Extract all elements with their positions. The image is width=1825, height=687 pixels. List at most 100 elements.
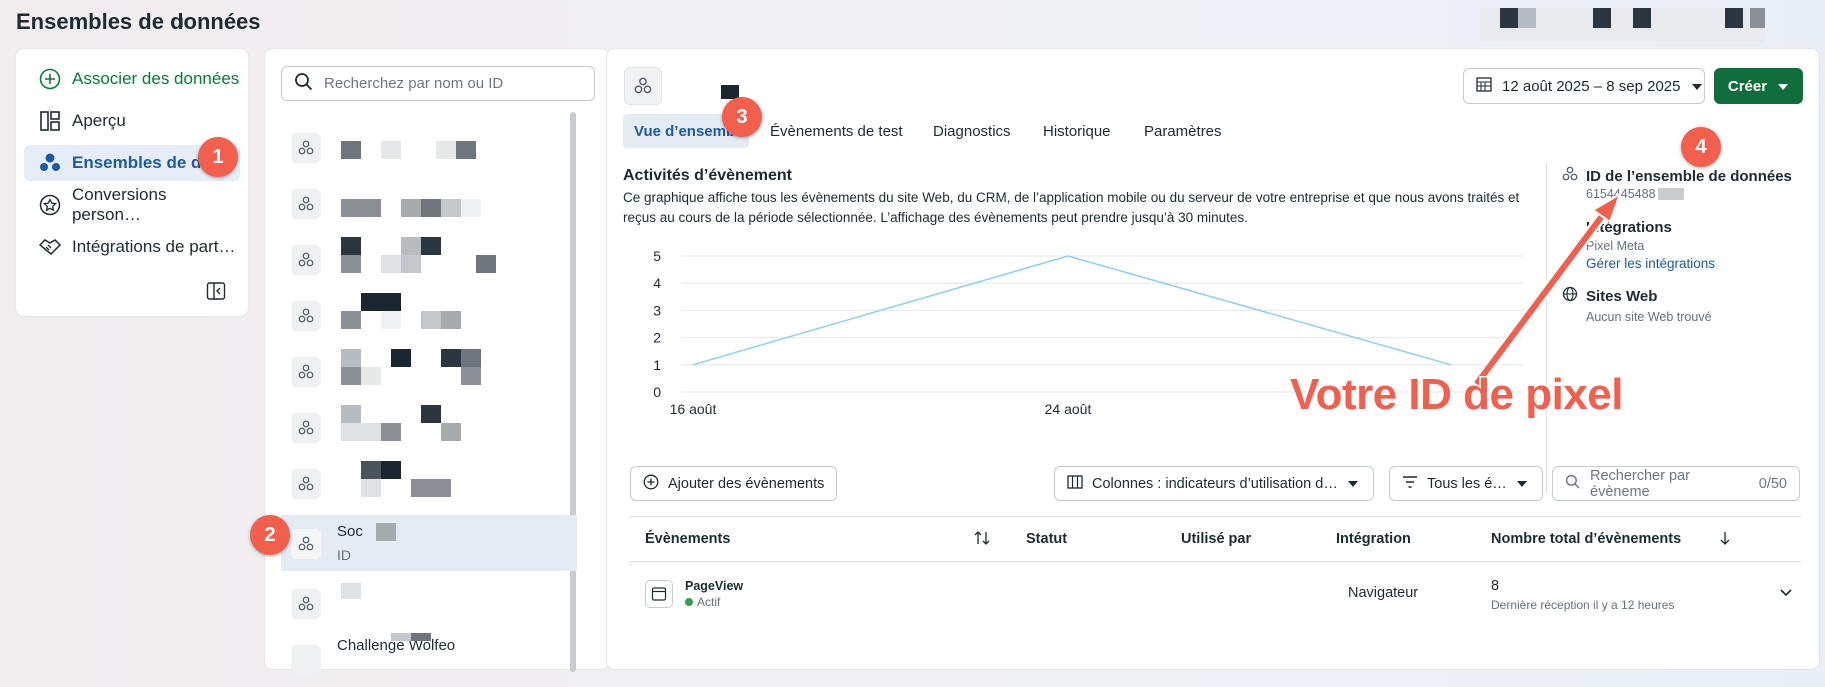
websites-title: Sites Web xyxy=(1586,288,1658,305)
dataset-icon xyxy=(291,589,321,619)
nav-label: Associer des données xyxy=(72,69,240,88)
list-item[interactable] xyxy=(281,175,577,231)
tab-label: Historique xyxy=(1043,122,1111,140)
sort-desc-icon[interactable] xyxy=(1719,531,1731,549)
star-badge-icon xyxy=(38,193,62,217)
add-events-label: Ajouter des évènements xyxy=(668,475,825,492)
date-range-label: 12 août 2025 – 8 sep 2025 xyxy=(1502,77,1681,95)
dataset-id-section: ID de l’ensemble de données 6154445488 xyxy=(1562,166,1792,201)
caret-down-icon xyxy=(1347,476,1359,492)
dataset-icon xyxy=(291,301,321,331)
dataset-id-label: ID xyxy=(337,547,351,563)
status-label: Actif xyxy=(697,595,721,609)
dataset-icon xyxy=(291,469,321,499)
list-item[interactable]: Challenge Wolfeo xyxy=(281,631,577,687)
collapse-sidebar-icon[interactable] xyxy=(206,281,228,303)
dataset-name: Soc xyxy=(337,523,363,540)
event-total: 8 xyxy=(1491,578,1500,594)
websites-sub: Aucun site Web trouvé xyxy=(1586,310,1712,324)
left-nav: Associer des données Aperçu Ensembles de… xyxy=(16,49,248,316)
list-item[interactable] xyxy=(281,455,577,511)
dataset-list-panel: Recherchez par nom ou ID Soc ID Challeng… xyxy=(265,49,609,675)
list-item[interactable] xyxy=(281,575,577,631)
columns-icon xyxy=(1067,474,1083,494)
layout-icon xyxy=(38,109,62,133)
list-item[interactable] xyxy=(281,231,577,287)
browser-icon xyxy=(645,580,673,608)
dataset-icon xyxy=(291,133,321,163)
add-events-button[interactable]: Ajouter des évènements xyxy=(630,466,838,501)
search-icon xyxy=(1565,474,1581,494)
tab-settings[interactable]: Paramètres xyxy=(1133,114,1233,148)
filter-icon xyxy=(1402,475,1418,493)
columns-dropdown[interactable]: Colonnes : indicateurs d’utilisation d… xyxy=(1054,466,1374,501)
annotation-badge-4: 4 xyxy=(1681,127,1721,167)
manage-integrations-link[interactable]: Gérer les intégrations xyxy=(1586,256,1715,271)
redacted-id xyxy=(1657,188,1684,200)
plus-circle-icon xyxy=(38,67,62,91)
integrations-sub: Pixel Meta xyxy=(1586,239,1645,253)
dataset-search-input[interactable]: Recherchez par nom ou ID xyxy=(281,66,595,101)
text-cursor-icon: I xyxy=(180,14,184,30)
integrations-title: Intégrations xyxy=(1586,219,1672,236)
list-item-selected[interactable]: Soc ID xyxy=(281,515,577,571)
account-area[interactable] xyxy=(1480,8,1765,42)
dataset-icon xyxy=(291,357,321,387)
globe-icon xyxy=(1562,286,1578,307)
dataset-icon xyxy=(1562,166,1578,187)
search-placeholder: Recherchez par nom ou ID xyxy=(324,75,504,92)
tab-label: Diagnostics xyxy=(933,122,1011,140)
col-integration[interactable]: Intégration xyxy=(1336,531,1411,547)
table-row[interactable]: PageView Actif Navigateur 8 Dernière réc… xyxy=(629,562,1801,626)
tab-test-events[interactable]: Évènements de test xyxy=(759,114,914,148)
nav-custom-conversions[interactable]: Conversions person… xyxy=(24,185,240,224)
nav-overview[interactable]: Aperçu xyxy=(24,103,240,139)
x-tick-label: 24 août xyxy=(1045,401,1092,417)
col-status[interactable]: Statut xyxy=(1026,531,1067,547)
caret-down-icon xyxy=(1516,476,1528,492)
websites-section: Sites Web Aucun site Web trouvé xyxy=(1562,286,1712,324)
tab-history[interactable]: Historique xyxy=(1032,114,1122,148)
activity-title: Activités d’évènement xyxy=(623,167,792,184)
chevron-down-icon[interactable] xyxy=(1779,586,1793,602)
event-name[interactable]: PageView xyxy=(685,579,743,593)
events-table-header: Évènements Statut Utilisé par Intégratio… xyxy=(629,516,1801,562)
dataset-detail-panel: 12 août 2025 – 8 sep 2025 Créer Vue d’en… xyxy=(607,49,1819,669)
y-tick-label: 3 xyxy=(653,302,661,318)
nav-associate-data[interactable]: Associer des données xyxy=(24,61,240,97)
dataset-id-value[interactable]: 6154445488 xyxy=(1586,187,1656,201)
dataset-icon xyxy=(624,67,662,105)
col-events[interactable]: Évènements xyxy=(645,531,730,547)
y-tick-label: 2 xyxy=(653,330,661,346)
pixel-id-callout: Votre ID de pixel xyxy=(1289,369,1626,421)
caret-down-icon xyxy=(1691,78,1703,95)
dataset-icon xyxy=(291,189,321,219)
col-used-by[interactable]: Utilisé par xyxy=(1181,531,1251,547)
list-item[interactable] xyxy=(281,287,577,343)
tab-diagnostics[interactable]: Diagnostics xyxy=(922,114,1022,148)
x-tick-label: 16 août xyxy=(670,401,717,417)
status-dot-icon xyxy=(685,598,693,606)
events-search-input[interactable]: Rechercher par évèneme 0/50 xyxy=(1552,466,1800,501)
dataset-id-title: ID de l’ensemble de données xyxy=(1586,168,1792,185)
list-item[interactable] xyxy=(281,343,577,399)
sort-icon[interactable] xyxy=(974,531,990,549)
event-last-received: Dernière réception il y a 12 heures xyxy=(1491,598,1675,612)
event-integration: Navigateur xyxy=(1348,585,1419,601)
list-item[interactable] xyxy=(281,399,577,455)
events-count: 0/50 xyxy=(1758,475,1787,492)
date-range-picker[interactable]: 12 août 2025 – 8 sep 2025 xyxy=(1463,68,1705,104)
calendar-icon xyxy=(1476,76,1492,96)
divider xyxy=(1546,163,1547,493)
annotation-badge-3: 3 xyxy=(722,97,762,137)
y-tick-label: 1 xyxy=(653,357,661,373)
create-button[interactable]: Créer xyxy=(1714,68,1803,104)
search-icon xyxy=(294,72,314,96)
nav-partner-integrations[interactable]: Intégrations de part… xyxy=(24,229,240,265)
col-total-events[interactable]: Nombre total d’évènements xyxy=(1491,531,1681,547)
event-activity-chart: 0 1 2 3 4 5 16 août 24 août xyxy=(653,248,1523,417)
dataset-icon xyxy=(291,645,321,675)
events-filter-dropdown[interactable]: Tous les é… xyxy=(1389,466,1543,501)
annotation-badge-1: 1 xyxy=(198,137,238,177)
list-item[interactable] xyxy=(281,119,577,175)
